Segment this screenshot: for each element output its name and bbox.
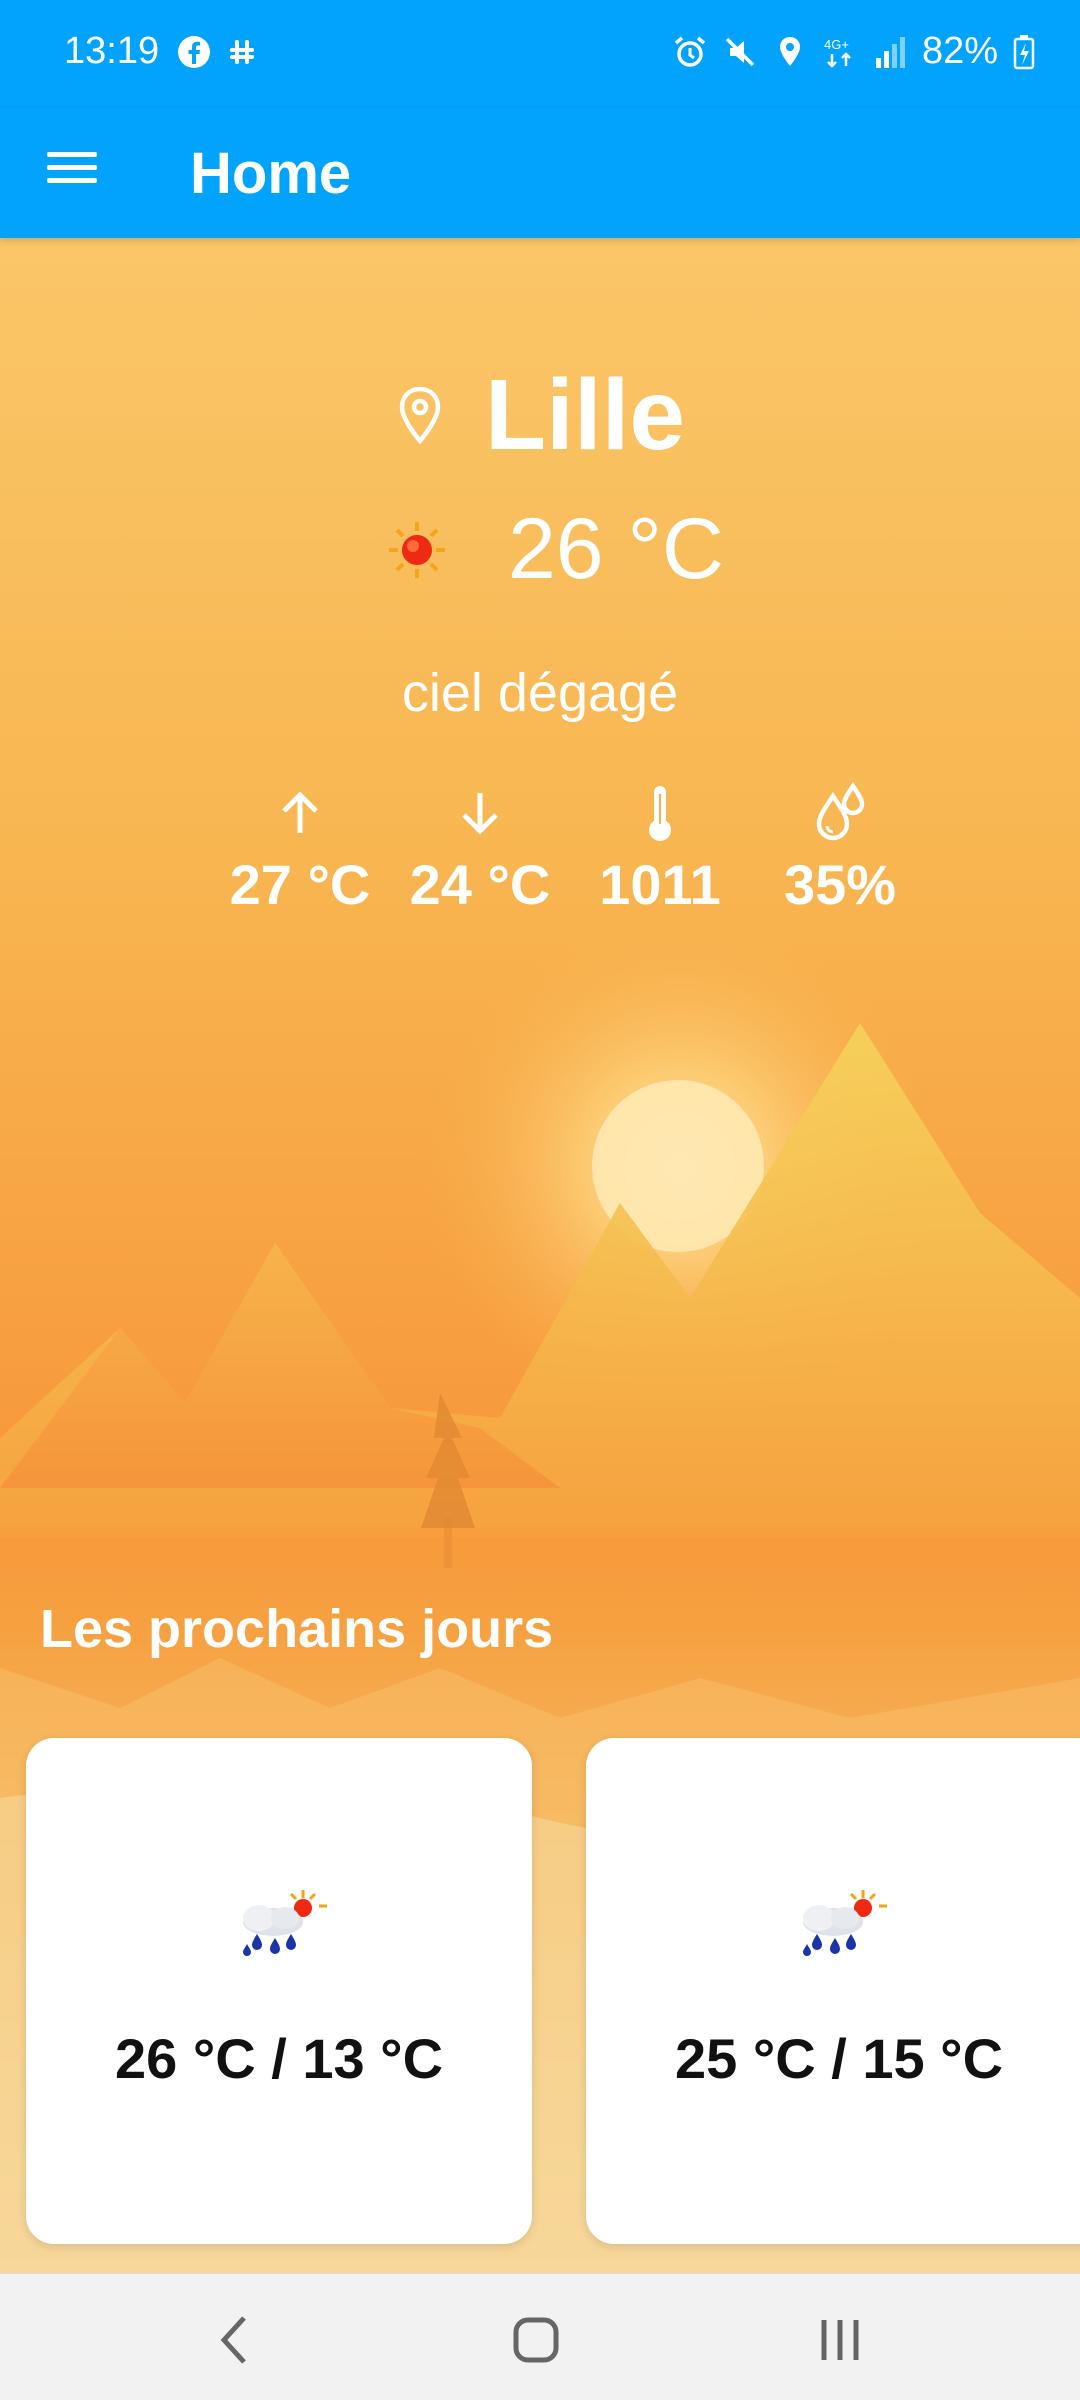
humidity-icon [816, 782, 865, 841]
location-icon [779, 36, 800, 66]
forecast-temp-range: 25 °C / 15 °C [674, 2027, 1004, 2090]
app-bar: Home [0, 108, 1080, 238]
rain-sun-cloud-icon [803, 1890, 887, 1956]
status-notification-icons [176, 34, 260, 70]
home-icon[interactable] [496, 2300, 576, 2380]
forecast-card[interactable]: 25 °C / 15 °C [586, 1738, 1080, 2244]
current-temp-row: 26 °C [0, 500, 1080, 599]
recents-icon[interactable] [800, 2300, 880, 2380]
sun-icon [388, 521, 445, 578]
svg-text:4G+: 4G+ [824, 37, 849, 52]
location-pin-icon [399, 386, 441, 444]
weather-stats: 27 °C 24 °C 1011 35% [210, 778, 930, 917]
weather-scene: Lille 26 °C ciel dégagé 27 °C 24 °C 1011… [0, 238, 1080, 2273]
rain-sun-cloud-icon [243, 1890, 327, 1956]
stat-pressure: 1011 [570, 778, 750, 917]
signal-icon [875, 36, 905, 68]
arrow-up-icon [282, 791, 318, 833]
stat-humidity: 35% [750, 778, 930, 917]
system-nav-bar [0, 2273, 1080, 2400]
city-header: Lille [0, 358, 1080, 473]
slack-icon [230, 40, 254, 64]
alarm-icon [674, 36, 706, 67]
stat-value: 24 °C [409, 853, 551, 916]
status-bar: 13:19 4G+ 82% [0, 0, 1080, 108]
stat-min-temp: 24 °C [390, 778, 570, 917]
forecast-temp-range: 26 °C / 13 °C [114, 2027, 444, 2090]
stat-value: 1011 [599, 853, 721, 916]
thermometer-icon [649, 786, 671, 841]
4g-icon: 4G+ [824, 37, 851, 68]
weather-description: ciel dégagé [401, 663, 679, 723]
stat-max-temp: 27 °C [210, 778, 390, 917]
current-temperature: 26 °C [507, 501, 725, 597]
status-system-icons: 4G+ 82% [672, 30, 1036, 73]
back-icon[interactable] [194, 2300, 274, 2380]
battery-percent: 82% [921, 30, 998, 72]
facebook-icon [178, 36, 210, 68]
battery-charging-icon [1013, 34, 1035, 69]
forecast-card[interactable]: 26 °C / 13 °C [26, 1738, 532, 2244]
forecast-section-title: Les prochains jours [40, 1599, 554, 1659]
mute-icon [725, 37, 755, 66]
city-name: Lille [484, 359, 686, 471]
status-time: 13:19 [64, 30, 160, 72]
hamburger-menu-icon[interactable] [40, 144, 104, 200]
stat-value: 27 °C [229, 853, 371, 916]
stat-value: 35% [783, 853, 897, 916]
arrow-down-icon [462, 793, 498, 835]
app-title: Home [190, 141, 352, 206]
